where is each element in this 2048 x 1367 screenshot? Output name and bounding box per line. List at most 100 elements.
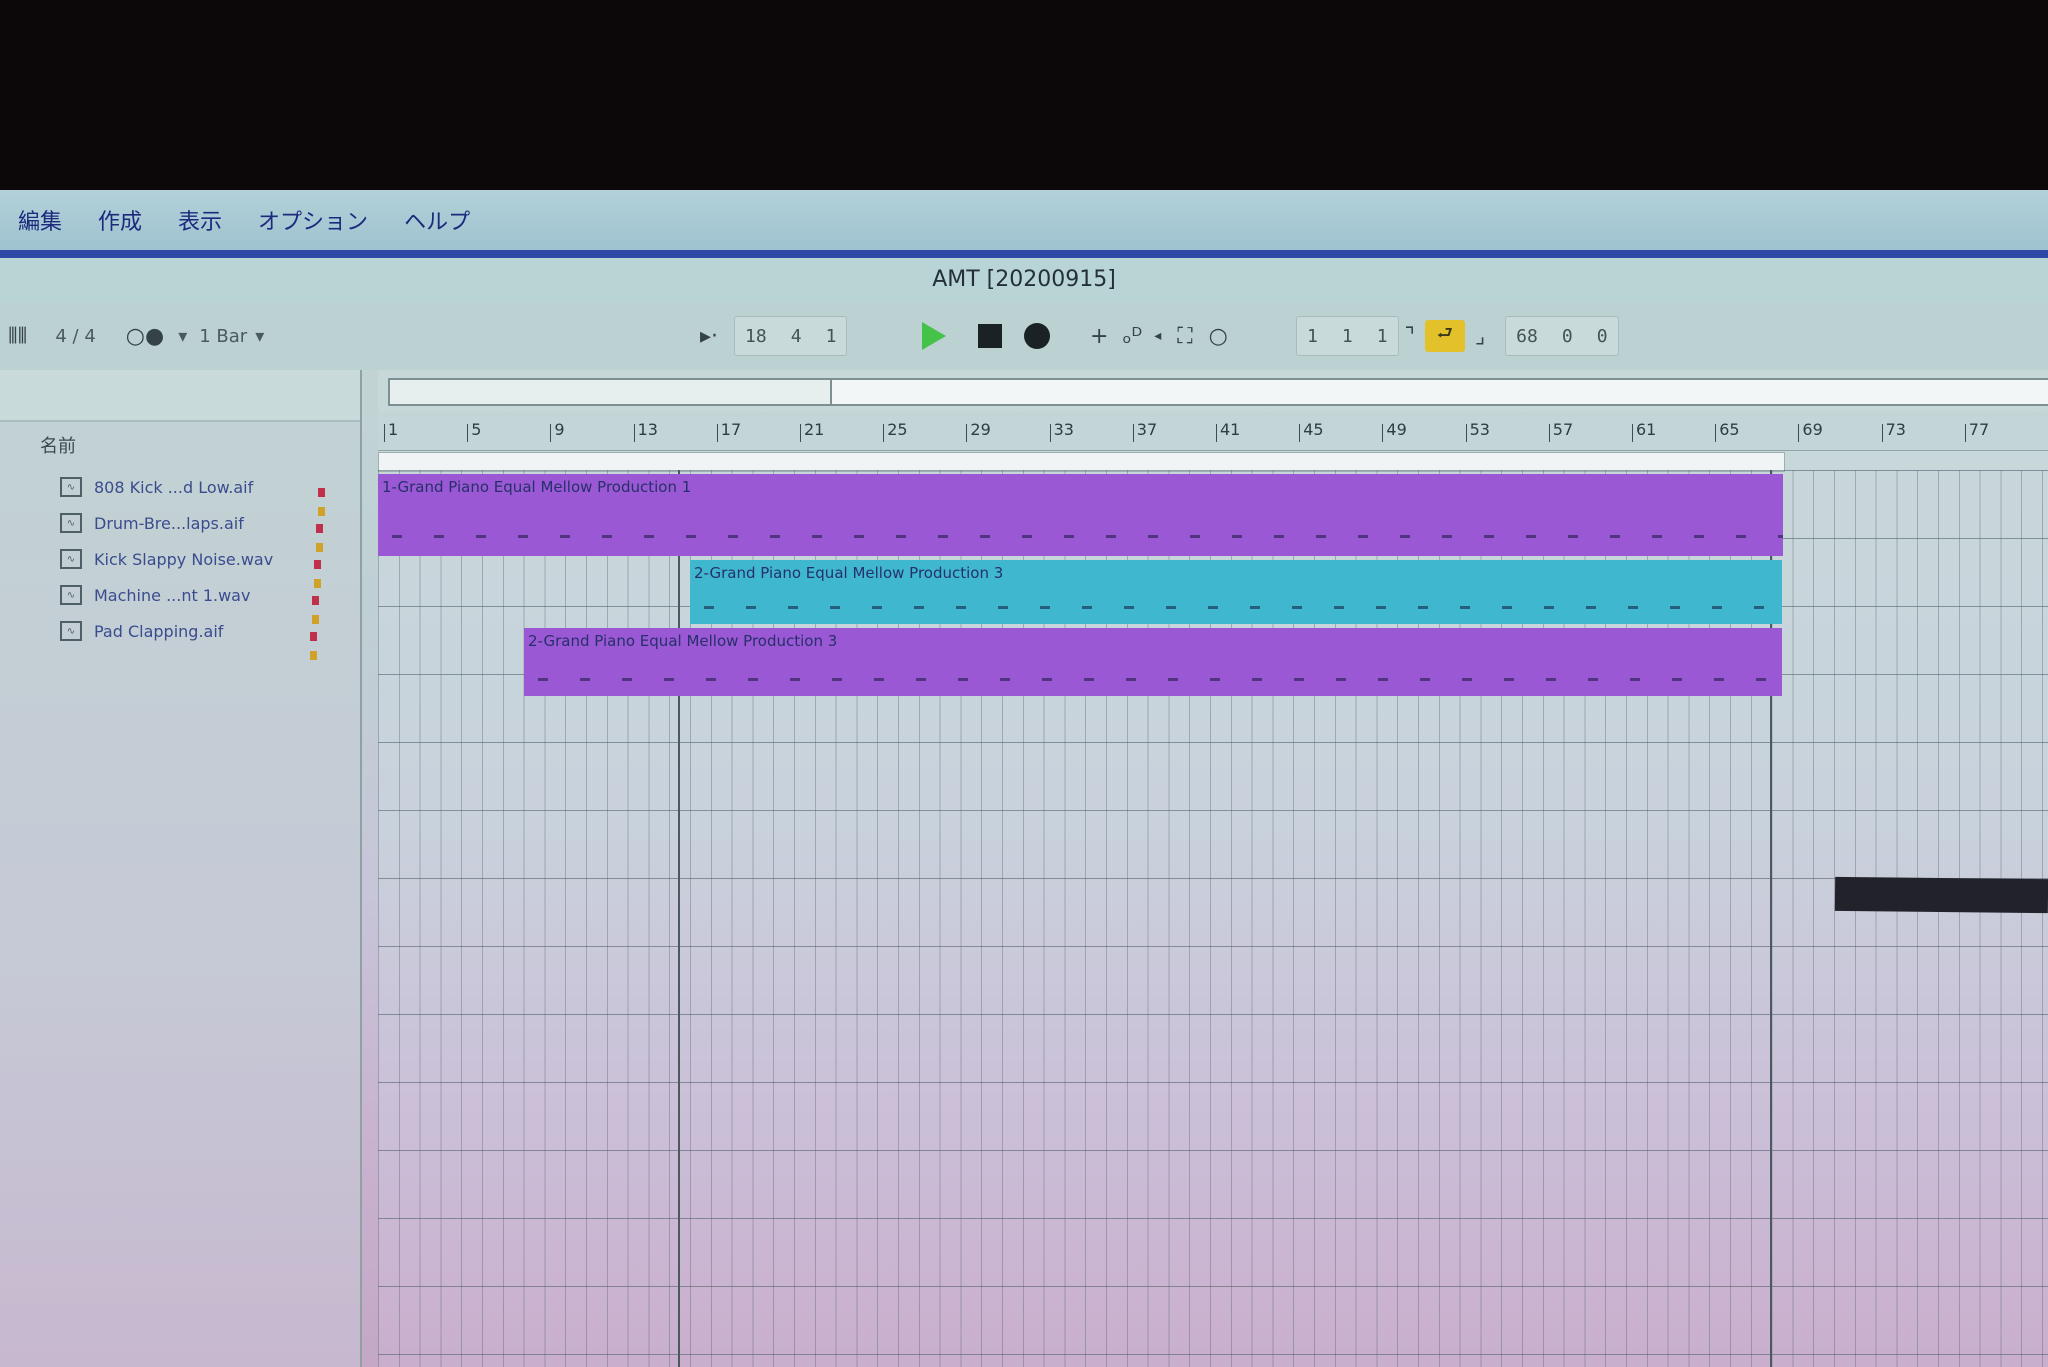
window-title: AMT [20200915]: [0, 258, 2048, 302]
clip-title: 2-Grand Piano Equal Mellow Production 3: [694, 564, 1004, 582]
ruler-bar-number: 53: [1465, 420, 1490, 442]
position-box[interactable]: 18 4 1: [734, 316, 848, 356]
audio-file-icon: ∿: [60, 621, 82, 641]
ruler-bar-number: 29: [966, 420, 991, 442]
audio-file-icon: ∿: [60, 477, 82, 497]
titlebar-stripe: [0, 250, 2048, 258]
list-item[interactable]: ∿ 808 Kick ...d Low.aif: [60, 470, 253, 504]
clip[interactable]: 2-Grand Piano Equal Mellow Production 3: [690, 560, 1782, 624]
loop-start-box[interactable]: 1 1 1: [1296, 316, 1399, 356]
audio-file-icon: ∿: [60, 513, 82, 533]
position-bar: 18: [745, 325, 767, 347]
loop-brace[interactable]: [378, 452, 1785, 472]
punch-in-icon[interactable]: ⌝: [1405, 324, 1415, 349]
loop-length-bar: 68: [1516, 325, 1538, 347]
list-item[interactable]: ∿ Machine ...nt 1.wav: [60, 578, 250, 612]
list-item[interactable]: ∿ Pad Clapping.aif: [60, 614, 223, 648]
color-tag: [312, 590, 328, 624]
transport-bar: ⦀⦀ 4 / 4 ○● ▾ 1 Bar ▾ ▸· 18 4 1 + ₒᴰ ◂ ⛶…: [0, 302, 2048, 370]
play-icon[interactable]: [922, 322, 946, 350]
stop-icon[interactable]: [978, 324, 1002, 348]
grid-icon: ⦀⦀: [8, 323, 28, 349]
chevron-down-icon[interactable]: ▾: [255, 326, 264, 347]
ruler-bar-number: 45: [1299, 420, 1324, 442]
punch-out-icon[interactable]: ⌟: [1475, 324, 1485, 349]
audio-file-icon: ∿: [60, 549, 82, 569]
ruler-bar-number: 65: [1715, 420, 1740, 442]
clip[interactable]: 2-Grand Piano Equal Mellow Production 3: [524, 628, 1782, 696]
automation-arm-icon[interactable]: ₒᴰ: [1122, 324, 1142, 349]
metronome-icon[interactable]: ○●: [126, 324, 164, 349]
browser-column-header[interactable]: 名前: [40, 432, 76, 458]
daw-window: 編集 作成 表示 オプション ヘルプ AMT [20200915] ⦀⦀ 4 /…: [0, 190, 2048, 1367]
color-tag: [310, 626, 326, 660]
clip-notes: [690, 590, 1782, 624]
overview-selection[interactable]: [390, 380, 832, 404]
file-name: 808 Kick ...d Low.aif: [94, 477, 254, 497]
loop-switch-icon[interactable]: ⮐: [1424, 320, 1465, 352]
audio-file-icon: ∿: [60, 585, 82, 605]
loop-length-beat: 0: [1561, 325, 1573, 347]
overdub-icon[interactable]: +: [1090, 324, 1108, 349]
arrangement-view: 1 5 9 13 17 21 25 29 33 37 41 45 49 53 57 61 65 69 73 77 1-…: [378, 370, 2048, 1367]
loop-start-sixteenth: 1: [1376, 325, 1388, 347]
session-record-icon[interactable]: ○: [1209, 324, 1228, 349]
menubar: 編集 作成 表示 オプション ヘルプ: [0, 190, 2048, 250]
position-display[interactable]: ▸· 18 4 1: [700, 316, 848, 356]
back-to-arrangement-icon[interactable]: ◂: [1154, 328, 1161, 344]
loop-start-beat: 1: [1341, 325, 1353, 347]
ruler-bar-number: 9: [550, 420, 565, 442]
follow-icon[interactable]: ▸·: [700, 324, 718, 349]
file-name: Pad Clapping.aif: [94, 621, 224, 641]
ruler-bar-number: 17: [716, 420, 742, 442]
browser-panel: 名前 ∿ 808 Kick ...d Low.aif ∿ Drum-Bre...…: [0, 370, 362, 1367]
clip-title: 1-Grand Piano Equal Mellow Production 1: [382, 478, 692, 496]
screen-obstruction: [1834, 876, 2048, 914]
clip-notes: [378, 516, 1783, 556]
ruler-bar-number: 33: [1049, 420, 1074, 442]
chevron-down-icon[interactable]: ▾: [178, 326, 187, 347]
capture-icon[interactable]: ⛶: [1177, 324, 1192, 349]
time-signature-control[interactable]: ⦀⦀ 4 / 4 ○● ▾ 1 Bar ▾: [8, 316, 264, 356]
ruler-bar-number: 57: [1548, 420, 1574, 442]
divider: [678, 470, 680, 1367]
record-icon[interactable]: [1024, 323, 1050, 349]
color-tag: [314, 554, 330, 588]
arrangement-overview[interactable]: [388, 378, 2048, 406]
ruler-bar-number: 49: [1382, 420, 1407, 442]
screen-bezel: [0, 0, 2048, 190]
list-item[interactable]: ∿ Kick Slappy Noise.wav: [60, 542, 273, 576]
beat-time-ruler[interactable]: 1 5 9 13 17 21 25 29 33 37 41 45 49 53 57 61 65 69 73 77: [378, 412, 2048, 451]
ruler-bar-number: 73: [1881, 420, 1906, 442]
menu-help[interactable]: ヘルプ: [386, 204, 488, 236]
menu-options[interactable]: オプション: [240, 204, 386, 236]
position-sixteenth: 1: [825, 325, 837, 347]
ruler-bar-number: 61: [1631, 420, 1657, 442]
menu-create[interactable]: 作成: [80, 204, 160, 236]
ruler-bar-number: 41: [1215, 420, 1241, 442]
color-tag: [316, 518, 332, 552]
ruler-bar-number: 21: [799, 420, 825, 442]
position-beat: 4: [790, 325, 802, 347]
transport-controls: + ₒᴰ ◂ ⛶ ○: [922, 316, 1228, 356]
clip-title: 2-Grand Piano Equal Mellow Production 3: [528, 632, 838, 650]
color-tag: [318, 482, 334, 516]
clip-notes: [524, 662, 1782, 696]
browser-search-area[interactable]: [0, 370, 360, 422]
ruler-bar-number: 37: [1132, 420, 1158, 442]
time-signature-value: 4 / 4: [55, 325, 96, 347]
ruler-bar-number: 1: [383, 420, 399, 442]
quantize-value[interactable]: 1 Bar: [199, 326, 247, 347]
loop-start-bar: 1: [1307, 325, 1318, 347]
file-name: Drum-Bre...laps.aif: [94, 513, 244, 533]
menu-edit[interactable]: 編集: [0, 204, 80, 236]
ruler-bar-number: 77: [1964, 420, 1990, 442]
menu-view[interactable]: 表示: [160, 204, 240, 236]
clip[interactable]: 1-Grand Piano Equal Mellow Production 1: [378, 474, 1783, 556]
ruler-bar-number: 69: [1798, 420, 1823, 442]
loop-start-display[interactable]: 1 1 1 ⌝ ⮐ ⌟ 68 0 0: [1296, 316, 1619, 356]
list-item[interactable]: ∿ Drum-Bre...laps.aif: [60, 506, 244, 540]
ruler-bar-number: 5: [467, 420, 482, 442]
loop-length-box[interactable]: 68 0 0: [1505, 316, 1619, 356]
ruler-bar-number: 25: [883, 420, 908, 442]
